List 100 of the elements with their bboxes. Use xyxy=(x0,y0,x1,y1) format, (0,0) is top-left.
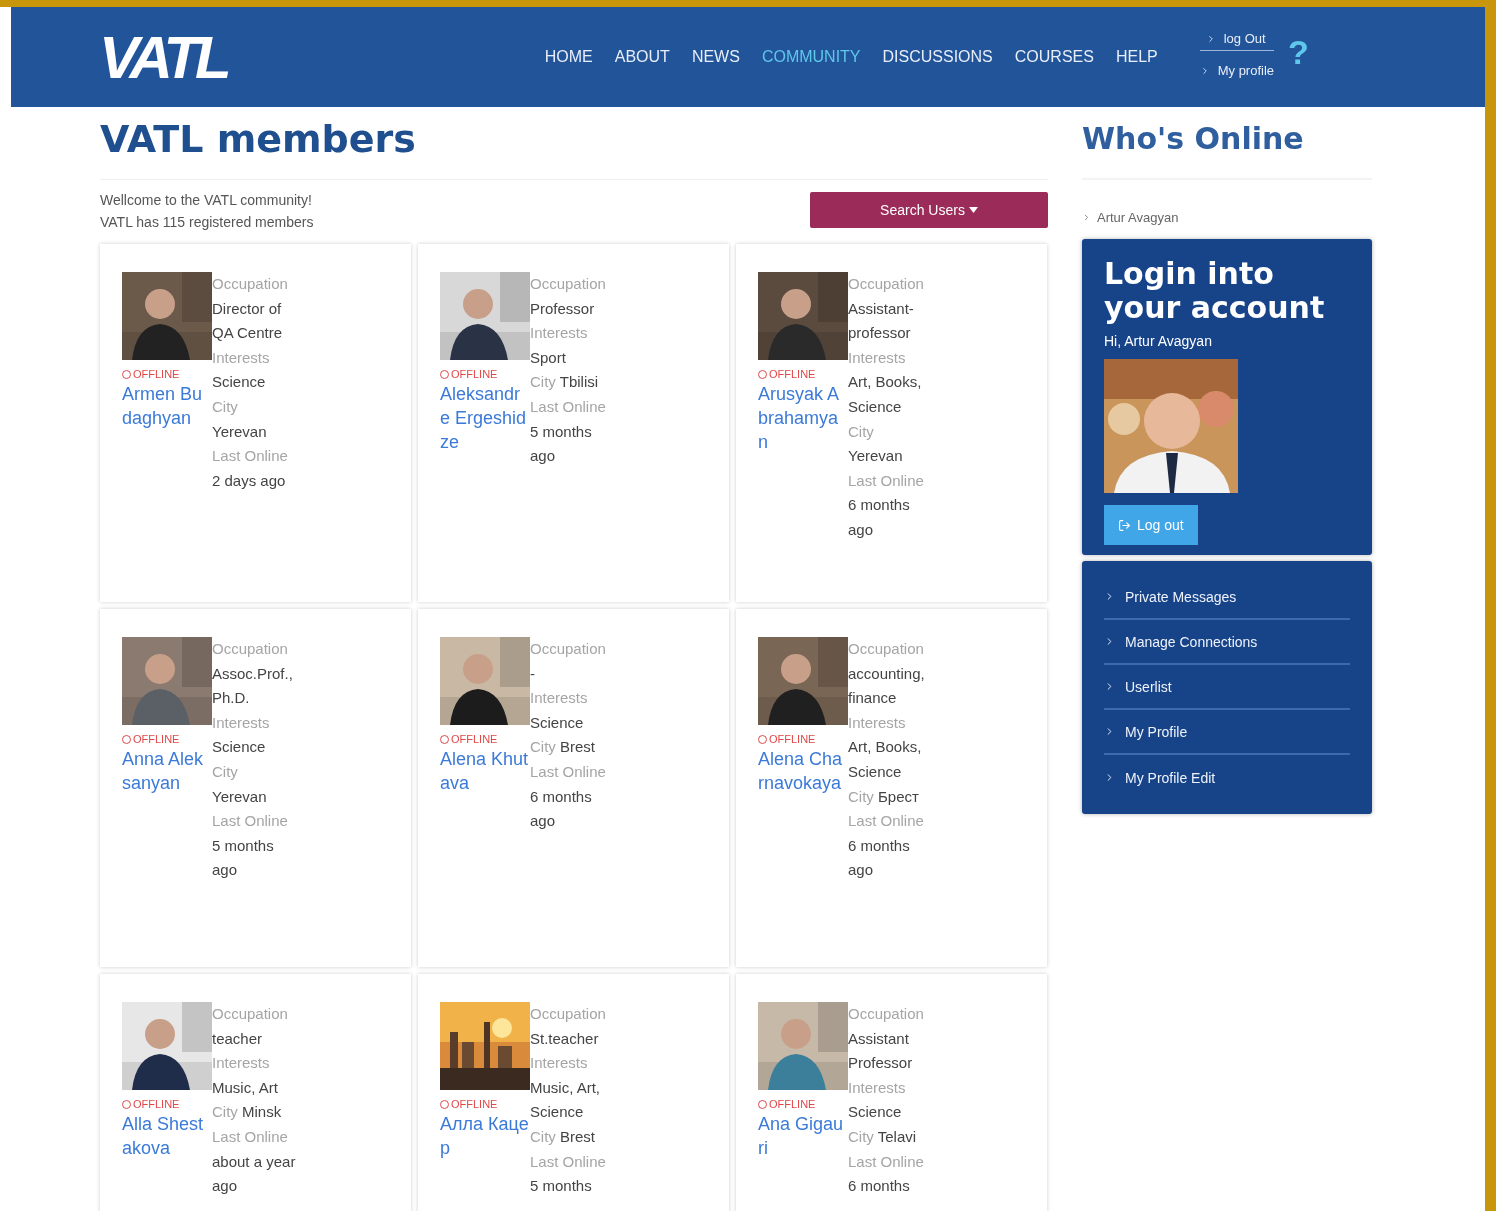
nav-link[interactable]: HOME xyxy=(544,48,593,66)
menu-item[interactable]: My Profile Edit xyxy=(1104,755,1350,800)
nav-link[interactable]: NEWS xyxy=(691,48,740,66)
help-link[interactable]: ? xyxy=(1288,32,1309,72)
field-label: City xyxy=(848,421,875,442)
field-value: Yerevan xyxy=(848,446,904,467)
user-link-text: My profile xyxy=(1217,63,1275,78)
page-title: VATL members xyxy=(100,117,1048,180)
member-name[interactable]: Anna Aleksanyan xyxy=(122,747,212,795)
menu-item-text: My Profile xyxy=(1125,723,1188,740)
member-name[interactable]: Ana Gigauri xyxy=(758,1112,848,1160)
logout-icon xyxy=(1118,518,1131,532)
field-label: Occupation xyxy=(848,274,925,294)
field-label: Occupation xyxy=(212,639,289,659)
field-label: City xyxy=(212,396,239,417)
field-value: Assistant Professor xyxy=(848,1028,914,1074)
status-label: OFFLINE xyxy=(122,733,212,745)
online-user[interactable]: Artur Avagyan xyxy=(1082,210,1372,225)
field-value: Yerevan xyxy=(212,421,268,442)
field-value: St.teacher xyxy=(530,1028,600,1049)
field-value: 5 months ago xyxy=(530,421,593,467)
field-label: Last Online xyxy=(848,1151,925,1172)
member-name[interactable]: Alla Shestakova xyxy=(122,1112,212,1160)
field-value: Assistant-professor xyxy=(848,298,915,344)
sidebar-title: Who's Online xyxy=(1082,121,1372,180)
field-value: - xyxy=(530,663,536,684)
field-value: 5 months xyxy=(530,1176,593,1197)
menu-item[interactable]: Private Messages xyxy=(1104,575,1350,620)
field-value: Science xyxy=(212,372,267,393)
panel-title: Login into your account xyxy=(1104,257,1326,325)
field-label: Last Online xyxy=(530,761,607,782)
menu-item[interactable]: Userlist xyxy=(1104,665,1350,710)
field-value: Science xyxy=(848,1102,903,1123)
field-value: Sport xyxy=(530,347,567,368)
field-value: about a year ago xyxy=(212,1151,297,1197)
field-label: Interests xyxy=(848,1077,907,1098)
field-value: Art, Books, Science xyxy=(848,372,923,417)
field-value: 2 days ago xyxy=(212,470,287,491)
field-label: Last Online xyxy=(848,470,925,491)
field-line: City Брест xyxy=(848,786,920,807)
status-label: OFFLINE xyxy=(122,1098,212,1110)
nav-link[interactable]: HELP xyxy=(1115,48,1158,66)
field-line: City Tbilisi xyxy=(530,372,600,393)
member-name[interactable]: Алла Кацер xyxy=(440,1112,530,1160)
field-value: Assoc.Prof., Ph.D. xyxy=(212,663,294,709)
user-link[interactable]: My profile xyxy=(1199,63,1275,83)
field-label: Occupation xyxy=(530,1004,607,1024)
field-value: Music, Art, Science xyxy=(530,1077,601,1123)
field-label: Occupation xyxy=(848,639,925,659)
field-line: City Telavi xyxy=(848,1126,918,1147)
member-name[interactable]: Aleksandre Ergeshidze xyxy=(440,382,530,454)
search-users-button[interactable]: Search Users xyxy=(810,192,1048,228)
member-name[interactable]: Alena Charnavokaya xyxy=(758,747,848,795)
field-value: accounting, finance xyxy=(848,663,926,709)
field-value: Yerevan xyxy=(212,786,268,807)
nav-link[interactable]: COURSES xyxy=(1014,48,1094,66)
field-value: Science xyxy=(212,737,267,758)
field-value: Director of QA Centre xyxy=(212,298,284,344)
field-line: City Minsk xyxy=(212,1102,283,1123)
field-label: Interests xyxy=(848,712,907,733)
field-label: Occupation xyxy=(212,274,289,294)
welcome-text: Wellcome to the VATL community! xyxy=(100,192,313,208)
field-label: Last Online xyxy=(212,811,289,832)
menu-item[interactable]: My Profile xyxy=(1104,710,1350,755)
field-label: Last Online xyxy=(530,396,607,417)
field-value: 6 months ago xyxy=(848,495,911,540)
nav-link[interactable]: DISCUSSIONS xyxy=(882,48,993,66)
field-label: Interests xyxy=(530,1053,589,1074)
member-name[interactable]: Arusyak Abrahamyan xyxy=(758,382,848,454)
member-count: VATL has 115 registered members xyxy=(100,214,314,230)
field-label: Interests xyxy=(212,1053,271,1074)
status-label: OFFLINE xyxy=(440,733,530,745)
menu-item-text: My Profile Edit xyxy=(1125,769,1216,786)
field-label: Last Online xyxy=(530,1151,607,1172)
field-label: Occupation xyxy=(848,1004,925,1024)
status-label: OFFLINE xyxy=(758,1098,848,1110)
field-value: 5 months ago xyxy=(212,835,275,881)
logo[interactable]: VATL xyxy=(99,22,227,92)
menu-item-text: Userlist xyxy=(1125,678,1172,695)
status-label: OFFLINE xyxy=(122,368,212,380)
field-label: City xyxy=(212,761,239,782)
field-line: City Brest xyxy=(530,737,597,758)
nav-link[interactable]: ABOUT xyxy=(614,48,670,66)
field-label: Interests xyxy=(212,712,271,733)
status-label: OFFLINE xyxy=(440,368,530,380)
field-value: 6 months ago xyxy=(530,786,593,832)
field-value: Professor xyxy=(530,298,596,319)
member-name[interactable]: Alena Khutava xyxy=(440,747,530,795)
nav-link[interactable]: COMMUNITY xyxy=(761,48,861,66)
user-link[interactable]: log Out xyxy=(1199,31,1275,51)
field-value: 6 months ago xyxy=(848,835,911,881)
menu-item[interactable]: Manage Connections xyxy=(1104,620,1350,665)
field-label: Last Online xyxy=(212,1126,289,1147)
member-name[interactable]: Armen Budaghyan xyxy=(122,382,212,430)
online-user-name: Artur Avagyan xyxy=(1097,210,1179,225)
greeting-text: Hi, Artur Avagyan xyxy=(1104,333,1213,349)
field-label: Occupation xyxy=(530,274,607,294)
field-value: Art, Books, Science xyxy=(848,737,923,782)
field-line: City Brest xyxy=(530,1126,597,1147)
field-label: Interests xyxy=(212,347,271,368)
